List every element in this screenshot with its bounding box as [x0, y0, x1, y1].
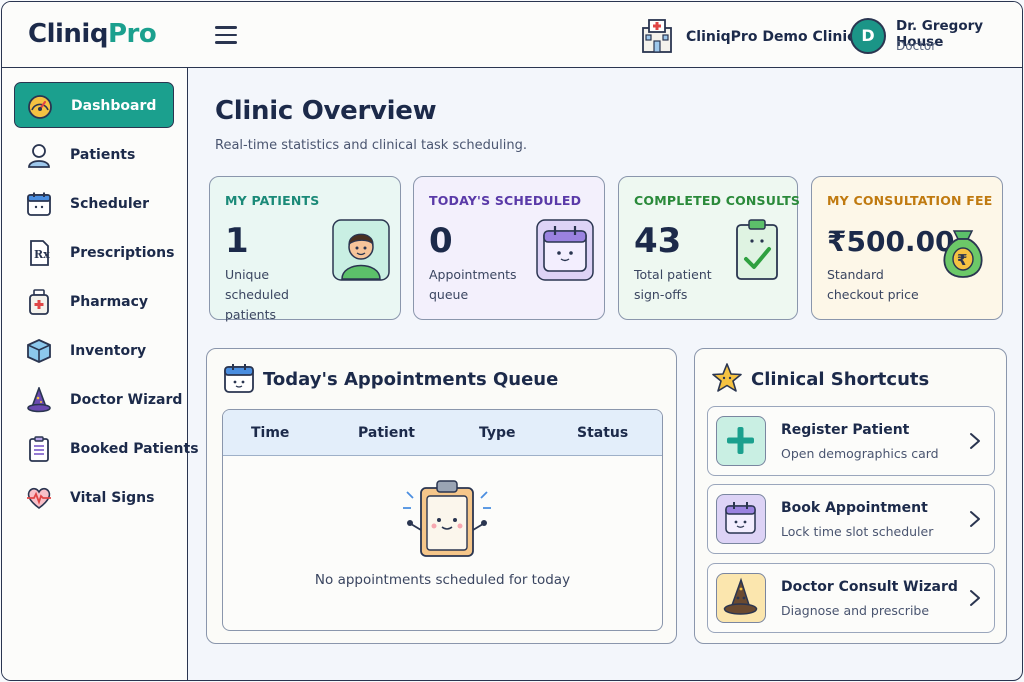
- sidebar-item-label: Dashboard: [71, 98, 157, 114]
- stat-description: Unique scheduled patients: [225, 267, 289, 322]
- svg-text:₹: ₹: [957, 251, 967, 269]
- patient-avatar-icon: [332, 219, 390, 281]
- sidebar-item-label: Patients: [70, 147, 136, 163]
- clinic-building-icon: [642, 19, 672, 53]
- clinical-shortcuts-panel: Clinical Shortcuts Register Patient Open…: [694, 348, 1007, 644]
- top-header: CliniqPro CliniqPro Demo Clinic D Dr. Gr…: [2, 2, 1022, 68]
- sidebar-item-label: Pharmacy: [70, 294, 149, 310]
- column-header-status[interactable]: Status: [577, 425, 628, 441]
- stat-description: Standard checkout price: [827, 267, 919, 302]
- appointments-table: Time Patient Type Status No appointments…: [222, 409, 663, 631]
- sidebar-item-label: Doctor Wizard: [70, 392, 183, 408]
- stat-card-my-patients[interactable]: MY PATIENTS 1 Unique scheduled patients: [209, 176, 401, 322]
- stat-card-consultation-fee[interactable]: MY CONSULTATION FEE ₹500.00 Standard che…: [811, 176, 1003, 320]
- sidebar-item-label: Booked Patients: [70, 441, 199, 457]
- medicine-bottle-icon: [29, 289, 49, 315]
- patient-icon: [28, 144, 50, 168]
- shortcut-subtitle: Diagnose and prescribe: [781, 603, 930, 618]
- speedometer-icon: [28, 95, 52, 119]
- stat-card-todays-scheduled[interactable]: TODAY'S SCHEDULED 0 Appointments queue: [413, 176, 605, 320]
- stat-description: Total patient sign-offs: [634, 267, 712, 302]
- sidebar-item-label: Vital Signs: [70, 490, 155, 506]
- app-logo[interactable]: CliniqPro: [28, 19, 157, 49]
- svg-text:Rx: Rx: [34, 248, 50, 261]
- shortcut-subtitle: Open demographics card: [781, 446, 939, 461]
- calendar-icon: [27, 192, 51, 216]
- stat-value: 43: [634, 221, 682, 261]
- page-title: Clinic Overview: [215, 96, 437, 126]
- stat-description: Appointments queue: [429, 267, 517, 302]
- sidebar-item-doctor-wizard[interactable]: Doctor Wizard: [14, 377, 182, 423]
- wizard-hat-icon: [27, 387, 51, 413]
- stat-label: TODAY'S SCHEDULED: [429, 193, 582, 208]
- stat-label: COMPLETED CONSULTS: [634, 193, 801, 208]
- star-icon: [712, 363, 742, 392]
- empty-state-text: No appointments scheduled for today: [314, 572, 571, 588]
- appointments-queue-panel: Today's Appointments Queue Time Patient …: [206, 348, 677, 644]
- sidebar-item-label: Inventory: [70, 343, 147, 359]
- doctor-consult-wizard-button[interactable]: Doctor Consult Wizard Diagnose and presc…: [707, 563, 995, 633]
- stat-value: 1: [225, 221, 249, 261]
- calendar-face-icon: [716, 494, 766, 544]
- stat-label: MY PATIENTS: [225, 193, 320, 208]
- box-icon: [27, 339, 51, 363]
- panel-title: Today's Appointments Queue: [263, 369, 559, 390]
- clinic-name: CliniqPro Demo Clinic: [686, 29, 856, 45]
- sidebar-item-label: Prescriptions: [70, 245, 175, 261]
- page-subtitle: Real-time statistics and clinical task s…: [215, 138, 527, 153]
- clipboard-list-icon: [29, 436, 49, 462]
- sidebar-item-vital-signs[interactable]: Vital Signs: [14, 475, 174, 521]
- chevron-right-icon: [970, 590, 980, 606]
- sidebar-item-booked-patients[interactable]: Booked Patients: [14, 426, 199, 472]
- sidebar-item-patients[interactable]: Patients: [14, 132, 174, 178]
- panel-title: Clinical Shortcuts: [751, 369, 930, 390]
- sidebar-item-pharmacy[interactable]: Pharmacy: [14, 279, 174, 325]
- sidebar-item-label: Scheduler: [70, 196, 150, 212]
- sidebar-item-prescriptions[interactable]: Rx Prescriptions: [14, 230, 174, 276]
- hamburger-menu-icon[interactable]: [215, 26, 237, 44]
- sidebar: Dashboard Patients Scheduler Rx Prescrip…: [2, 68, 199, 680]
- stat-card-completed-consults[interactable]: COMPLETED CONSULTS 43 Total patient sign…: [618, 176, 801, 320]
- logo-text-part1: Cliniq: [28, 19, 108, 49]
- book-appointment-button[interactable]: Book Appointment Lock time slot schedule…: [707, 484, 995, 554]
- sidebar-item-dashboard[interactable]: Dashboard: [14, 82, 174, 128]
- shortcut-title: Doctor Consult Wizard: [781, 579, 958, 595]
- stat-label: MY CONSULTATION FEE: [827, 193, 993, 208]
- user-role: Doctor: [896, 39, 937, 53]
- prescription-icon: Rx: [30, 240, 50, 266]
- column-header-time[interactable]: Time: [251, 425, 289, 441]
- main-content: Clinic Overview Real-time statistics and…: [188, 68, 1022, 680]
- user-avatar[interactable]: D: [850, 18, 886, 54]
- column-header-type[interactable]: Type: [479, 425, 516, 441]
- shortcut-subtitle: Lock time slot scheduler: [781, 524, 934, 539]
- calendar-face-icon: [224, 364, 254, 393]
- calendar-face-icon: [536, 219, 594, 281]
- heartbeat-icon: [27, 487, 51, 509]
- wizard-hat-icon: [716, 573, 766, 623]
- money-bag-icon: ₹: [943, 230, 983, 278]
- empty-clipboard-icon: [403, 480, 491, 557]
- table-header: Time Patient Type Status: [223, 410, 662, 456]
- shortcut-title: Register Patient: [781, 422, 910, 438]
- chevron-right-icon: [970, 511, 980, 527]
- plus-icon: [716, 416, 766, 466]
- sidebar-item-scheduler[interactable]: Scheduler: [14, 181, 174, 227]
- shortcut-title: Book Appointment: [781, 500, 928, 516]
- register-patient-button[interactable]: Register Patient Open demographics card: [707, 406, 995, 476]
- column-header-patient[interactable]: Patient: [358, 425, 415, 441]
- logo-text-part2: Pro: [107, 19, 157, 49]
- clipboard-check-icon: [736, 219, 778, 280]
- app-window: CliniqPro CliniqPro Demo Clinic D Dr. Gr…: [1, 1, 1023, 681]
- sidebar-item-inventory[interactable]: Inventory: [14, 328, 174, 374]
- stat-value: 0: [429, 221, 453, 261]
- chevron-right-icon: [970, 433, 980, 449]
